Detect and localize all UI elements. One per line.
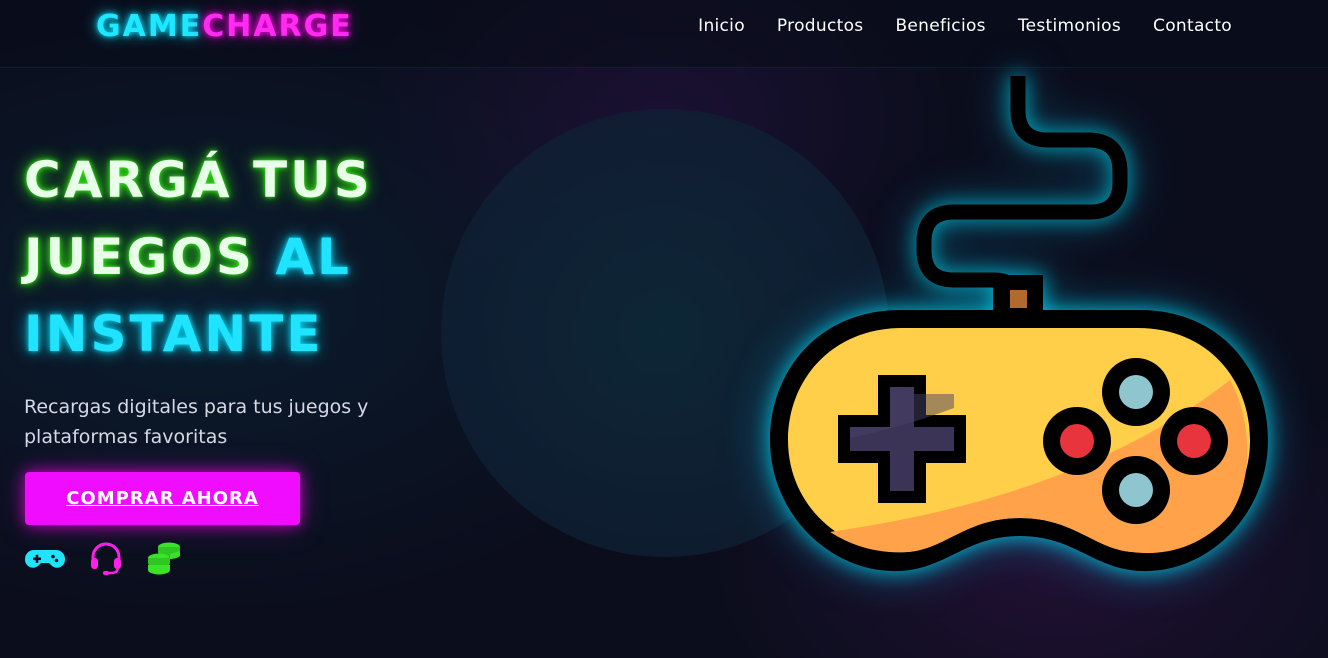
nav-link-inicio[interactable]: Inicio [698, 16, 745, 36]
nav-link-contacto[interactable]: Contacto [1153, 16, 1232, 36]
hero-title-line2-a: JUEGOS [24, 228, 255, 286]
landing-page: GAMECHARGE Inicio Productos Beneficios T… [0, 0, 1328, 658]
brand-logo-part1: GAME [96, 9, 203, 44]
hero-subtitle: Recargas digitales para tus juegos y pla… [24, 396, 369, 448]
nav-link-beneficios[interactable]: Beneficios [895, 16, 985, 36]
hero-title-line3: INSTANTE [24, 305, 324, 363]
hero-title: CARGÁ TUS JUEGOS AL INSTANTE [24, 142, 444, 373]
brand-logo-part2: CHARGE [202, 9, 353, 44]
nav-link-testimonios[interactable]: Testimonios [1018, 16, 1121, 36]
nav-link-productos[interactable]: Productos [777, 16, 864, 36]
hero-title-line2-b: AL [275, 228, 352, 286]
gamepad-icon [25, 550, 65, 568]
feature-icons [24, 540, 182, 576]
buy-now-button[interactable]: COMPRAR AHORA [25, 472, 300, 525]
headset-icon [91, 542, 121, 575]
brand-logo[interactable]: GAMECHARGE [96, 9, 353, 44]
hero-title-line1: CARGÁ TUS [24, 151, 373, 209]
gamepad-controller-icon [770, 76, 1268, 572]
main-nav: Inicio Productos Beneficios Testimonios … [698, 16, 1232, 36]
navbar: GAMECHARGE Inicio Productos Beneficios T… [0, 0, 1328, 68]
coins-icon [148, 542, 180, 575]
